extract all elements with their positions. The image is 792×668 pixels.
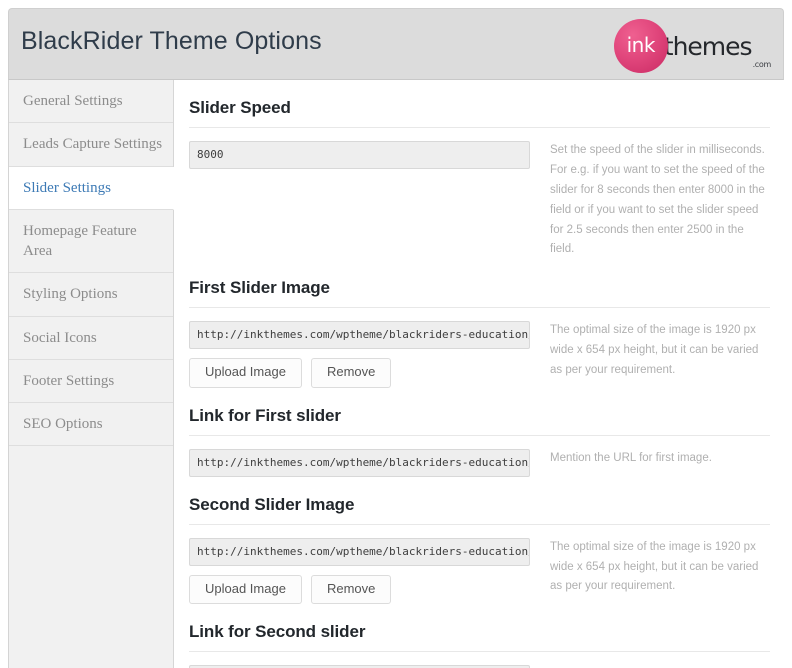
sidebar-item-label: General Settings [23,93,123,109]
sidebar-item-label: Slider Settings [23,179,111,196]
link-first-slider-help-text: Mention the URL for first image. [550,451,712,464]
second-slider-image-help-text: The optimal size of the image is 1920 px… [550,540,759,593]
slider-speed-help-text: Set the speed of the slider in milliseco… [550,144,765,256]
sidebar-item-homepage-feature-area[interactable]: Homepage Feature Area [9,209,173,274]
logo-themes-text: themes [663,31,753,61]
link-first-slider-input[interactable]: http://inkthemes.com/wptheme/blackriders… [189,448,530,477]
logo-circle-icon: ink [613,19,668,73]
section-heading: First Slider Image [189,278,330,298]
sidebar-item-social-icons[interactable]: Social Icons [9,316,173,360]
sidebar-item-label: Social Icons [23,329,97,346]
remove-image-button[interactable]: Remove [310,574,392,604]
page-header: BlackRider Theme Options ink themes .com [8,8,784,80]
sidebar-item-label: Leads Capture Settings [23,136,163,153]
page-body: General Settings Leads Capture Settings … [8,80,784,668]
upload-image-button[interactable]: Upload Image [189,358,302,388]
second-slider-image-input[interactable]: http://inkthemes.com/wptheme/blackriders… [189,537,530,566]
sidebar-item-general-settings[interactable]: General Settings [9,80,173,124]
settings-content: Slider Speed 8000 Set the speed of the s… [175,80,784,668]
section-link-first-slider: Link for First slider http://inkthemes.c… [189,388,770,477]
sidebar-item-styling-options[interactable]: Styling Options [9,273,173,317]
first-slider-image-help-text: The optimal size of the image is 1920 px… [550,324,759,377]
section-first-slider-image: First Slider Image http://inkthemes.com/… [189,260,770,388]
section-heading: Second Slider Image [189,494,355,514]
section-heading: Slider Speed [189,98,291,117]
sidebar-item-label: SEO Options [23,416,103,432]
section-second-slider-image: Second Slider Image http://inkthemes.com… [189,477,770,604]
upload-image-button[interactable]: Upload Image [189,574,302,604]
page-title: BlackRider Theme Options [21,27,322,55]
sidebar-item-label: Homepage Feature Area [23,222,137,259]
first-slider-image-input[interactable]: http://inkthemes.com/wptheme/blackriders… [189,321,530,350]
inkthemes-logo[interactable]: ink themes .com [613,17,772,75]
sidebar-item-label: Styling Options [23,286,118,303]
second-slider-image-buttons: Upload Image Remove [189,574,533,604]
section-link-second-slider: Link for Second slider http://inkthemes.… [189,604,770,668]
first-slider-image-buttons: Upload Image Remove [189,358,533,388]
sidebar-item-leads-capture-settings[interactable]: Leads Capture Settings [9,123,173,167]
sidebar-item-seo-options[interactable]: SEO Options [9,403,173,447]
slider-speed-input[interactable]: 8000 [189,141,530,169]
sidebar-item-slider-settings[interactable]: Slider Settings [9,166,174,210]
logo-com-text: .com [752,60,772,69]
section-heading: Link for Second slider [189,621,366,641]
settings-sidebar: General Settings Leads Capture Settings … [9,80,174,668]
logo-ink-text: ink [626,33,656,57]
section-slider-speed: Slider Speed 8000 Set the speed of the s… [189,80,770,260]
sidebar-item-label: Footer Settings [23,372,115,389]
theme-options-page: BlackRider Theme Options ink themes .com… [0,0,792,668]
sidebar-item-footer-settings[interactable]: Footer Settings [9,359,173,403]
section-heading: Link for First slider [189,405,341,425]
remove-image-button[interactable]: Remove [310,358,392,388]
